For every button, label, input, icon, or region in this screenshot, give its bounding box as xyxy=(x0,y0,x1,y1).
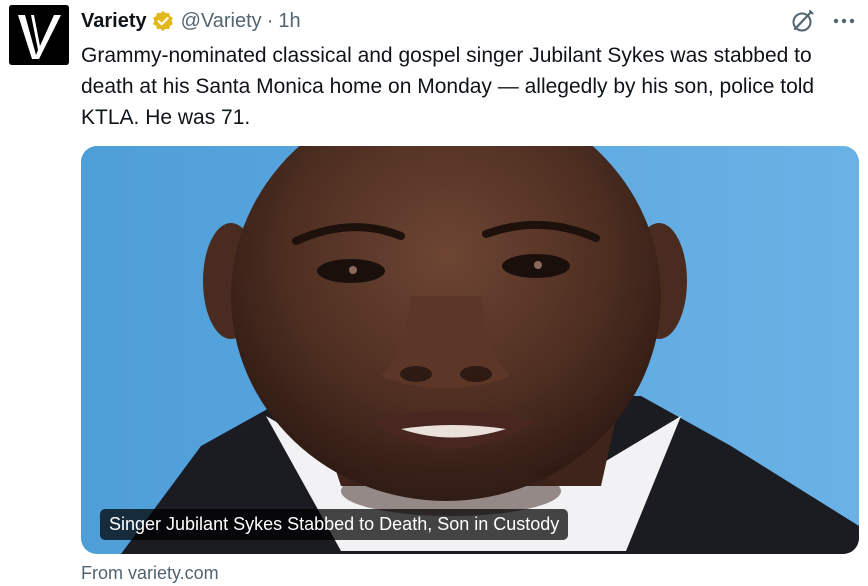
handle[interactable]: @Variety xyxy=(181,10,262,33)
grok-icon[interactable] xyxy=(790,8,816,34)
more-icon[interactable] xyxy=(831,8,857,34)
tweet-header: Variety @Variety · 1h xyxy=(81,7,301,35)
avatar[interactable] xyxy=(9,5,69,65)
tweet-text: Grammy-nominated classical and gospel si… xyxy=(81,44,815,129)
tweet[interactable]: Variety @Variety · 1h Grammy-nominated c… xyxy=(0,0,868,586)
link-card[interactable]: Singer Jubilant Sykes Stabbed to Death, … xyxy=(81,146,859,554)
display-name[interactable]: Variety xyxy=(81,10,147,33)
card-image xyxy=(81,146,859,554)
timestamp[interactable]: 1h xyxy=(278,10,300,33)
card-source-link[interactable]: From variety.com xyxy=(81,563,219,584)
variety-logo-icon xyxy=(9,5,69,65)
card-title: Singer Jubilant Sykes Stabbed to Death, … xyxy=(100,509,569,540)
separator-dot: · xyxy=(266,9,274,32)
verified-badge-icon xyxy=(152,10,174,32)
